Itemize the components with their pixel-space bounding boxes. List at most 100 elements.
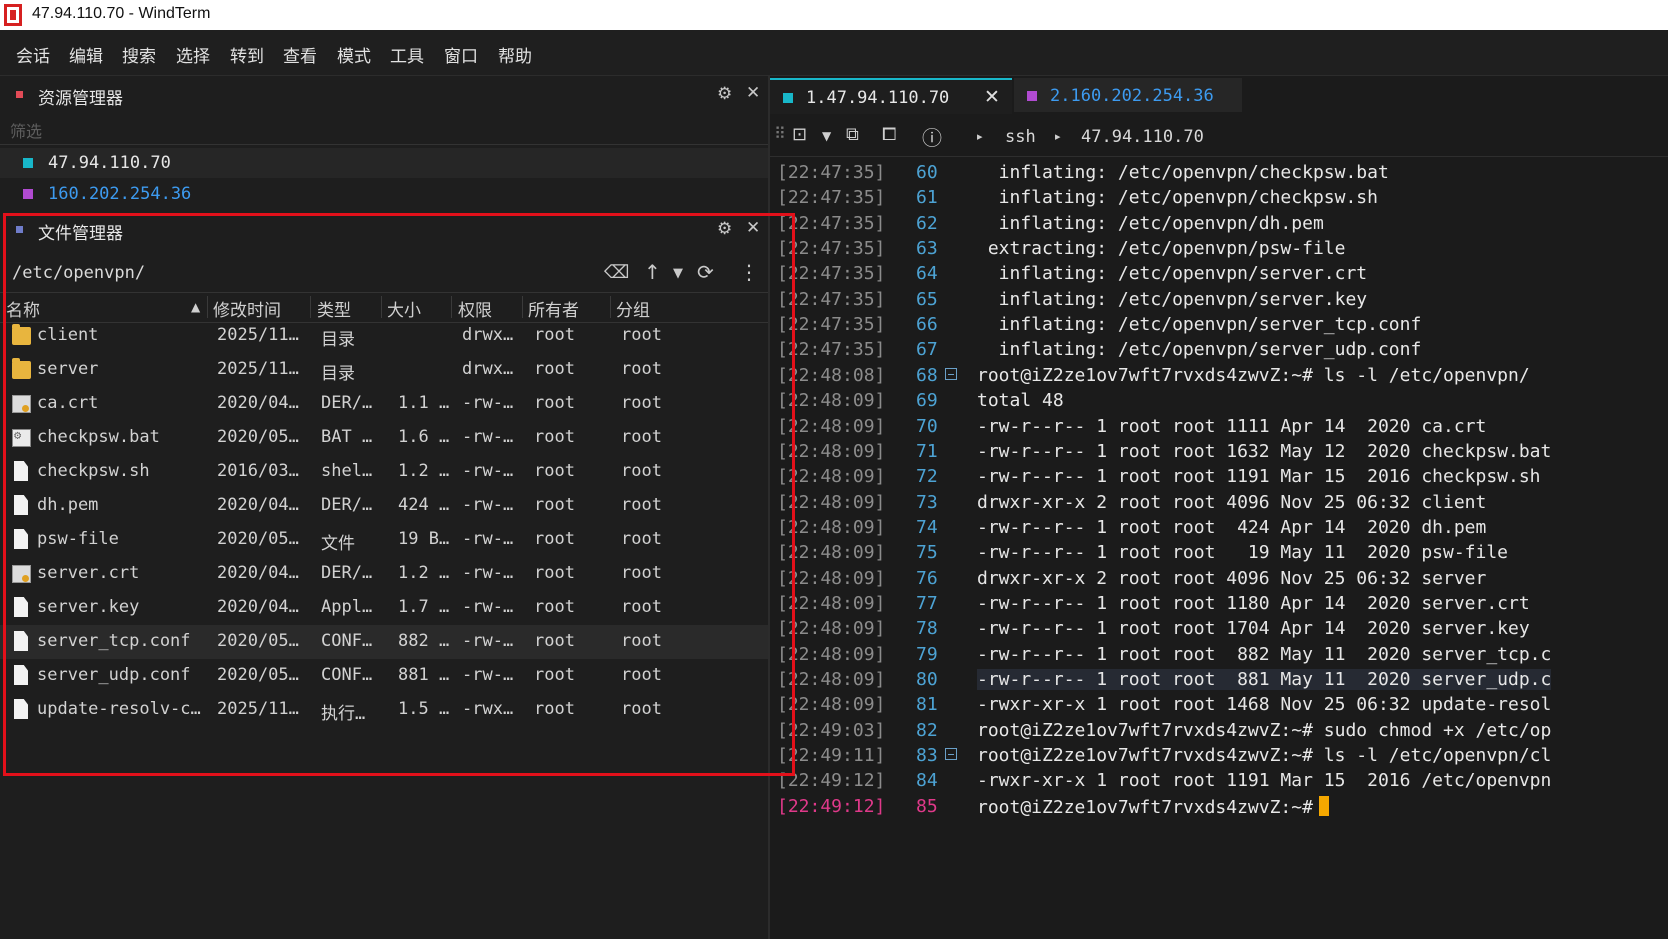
file-owner-cell: root [534,393,575,413]
file-row[interactable]: psw-file 2020/05… 文件 19 B… -rw-… root root [0,523,768,557]
menu-select[interactable]: 选择 [176,42,210,67]
terminal-line: [22:49:11] 83 root@iZ2ze1ov7wft7rvxds4zwvZ… [770,743,1668,768]
clear-path-icon[interactable]: ⌫ [604,262,629,283]
close-tab-icon[interactable]: ✕ [984,86,1000,108]
file-size-cell: 1.6 … [398,427,450,447]
menu-help[interactable]: 帮助 [498,42,532,67]
menu-mode[interactable]: 模式 [337,42,371,67]
session-item-2[interactable]: 160.202.254.36 [0,179,768,209]
column-divider[interactable] [207,296,208,318]
line-number: 84 [916,770,938,792]
gear-icon[interactable]: ⚙ [717,219,732,239]
column-divider[interactable] [610,296,611,318]
file-name-cell: server_tcp.conf [37,631,191,651]
chevron-down-icon[interactable]: ▼ [822,129,831,143]
file-row[interactable]: server.key 2020/04… Appl… 1.7 … -rw-… root roo… [0,591,768,625]
column-permission[interactable]: 权限 [458,296,492,321]
column-mtime[interactable]: 修改时间 [213,296,281,321]
gear-icon[interactable]: ⚙ [717,84,732,104]
file-group-cell: root [621,597,662,617]
file-name-cell: server [37,359,99,379]
fold-toggle-icon[interactable] [945,748,957,761]
menu-session[interactable]: 会话 [16,42,50,67]
close-icon[interactable]: ✕ [746,218,760,238]
column-divider[interactable] [381,296,382,318]
file-row[interactable]: update-resolv-c… 2025/11… 执行… 1.5 … -rwx… roo… [0,693,768,727]
sort-ascending-icon[interactable]: ▲ [191,300,200,314]
file-row[interactable]: checkpsw.bat 2020/05… BAT … 1.6 … -rw-… root r… [0,421,768,455]
path-input[interactable]: /etc/openvpn/ [12,263,145,283]
chevron-down-icon[interactable]: ▼ [673,266,683,281]
column-name[interactable]: 名称 [6,296,40,321]
file-row[interactable]: checkpsw.sh 2016/03… shel… 1.2 … -rw-… root ro… [0,455,768,489]
menu-search[interactable]: 搜索 [122,42,156,67]
info-icon[interactable]: ⓘ [922,122,942,151]
column-group[interactable]: 分组 [616,296,650,321]
column-divider[interactable] [310,296,311,318]
file-row[interactable]: ca.crt 2020/04… DER/… 1.1 … -rw-… root root [0,387,768,421]
line-number: 85 [916,795,938,817]
new-session-icon[interactable]: ⊡ [792,124,807,145]
file-perm-cell: drwx… [462,359,514,379]
menu-window[interactable]: 窗口 [444,42,478,67]
column-owner[interactable]: 所有者 [528,296,579,321]
line-number: 63 [916,238,938,260]
tab-session-2[interactable]: 2.160.202.254.36 [1014,78,1242,112]
column-divider[interactable] [451,296,452,318]
line-text: drwxr-xr-x 2 root root 4096 Nov 25 06:32… [977,491,1487,513]
fold-toggle-icon[interactable] [945,367,957,380]
timestamp: [22:49:12] [777,770,886,792]
timestamp: [22:48:09] [777,592,886,614]
file-row[interactable]: server 2025/11… 目录 drwx… root root [0,353,768,387]
folder-icon [12,324,31,345]
menu-view[interactable]: 查看 [283,42,317,67]
breadcrumb-protocol[interactable]: ssh [1005,127,1036,147]
line-text: inflating: /etc/openvpn/server_udp.conf [977,339,1422,361]
session-label: 47.94.110.70 [48,153,171,173]
close-icon[interactable]: ✕ [746,83,760,103]
terminal-line: [22:47:35] 67 inflating: /etc/openvpn/ser… [770,337,1668,362]
detach-icon[interactable]: ⧉ [846,124,859,145]
timestamp: [22:48:09] [777,643,886,665]
breadcrumb-host[interactable]: 47.94.110.70 [1081,127,1204,147]
file-type-cell: Appl… [321,597,373,617]
line-number: 67 [916,339,938,361]
session-item-1[interactable]: 47.94.110.70 [0,148,768,178]
timestamp: [22:48:09] [777,440,886,462]
file-row[interactable]: server_tcp.conf 2020/05… CONF… 882 … -rw-… ro… [0,625,768,659]
column-size[interactable]: 大小 [387,296,421,321]
file-icon [14,665,28,685]
timestamp: [22:49:12] [777,795,886,817]
explorer-marker-icon [16,91,23,98]
file-name-cell: psw-file [37,529,119,549]
file-row[interactable]: server_udp.conf 2020/05… CONF… 881 … -rw-… ro… [0,659,768,693]
up-arrow-icon[interactable]: ↑ [644,260,661,284]
file-owner-cell: root [534,631,575,651]
line-text: -rwxr-xr-x 1 root root 1191 Mar 15 2016 … [977,770,1552,792]
duplicate-icon[interactable]: ⧠ [882,124,896,145]
menu-tools[interactable]: 工具 [390,42,424,67]
timestamp: [22:48:09] [777,542,886,564]
timestamp: [22:48:09] [777,567,886,589]
terminal-line: [22:47:35] 65 inflating: /etc/openvpn/ser… [770,287,1668,312]
file-row[interactable]: client 2025/11… 目录 drwx… root root [0,319,768,353]
terminal-line: [22:47:35] 66 inflating: /etc/openvpn/ser… [770,312,1668,337]
column-type[interactable]: 类型 [317,296,351,321]
filter-input[interactable] [8,119,752,143]
file-type-cell: 目录 [321,330,355,350]
more-icon[interactable]: ⋮ [739,260,759,284]
column-divider[interactable] [522,296,523,318]
file-row[interactable]: server.crt 2020/04… DER/… 1.2 … -rw-… root roo… [0,557,768,591]
file-mtime-cell: 2020/05… [217,529,299,549]
line-text: root@iZ2ze1ov7wft7rvxds4zwvZ:~# sudo chm… [977,719,1552,741]
file-group-cell: root [621,495,662,515]
file-owner-cell: root [534,597,575,617]
file-type-cell: DER/… [321,393,373,413]
refresh-icon[interactable]: ⟳ [697,260,714,284]
timestamp: [22:47:35] [777,238,886,260]
tab-session-1[interactable]: 1.47.94.110.70 ✕ [770,78,1012,114]
menu-edit[interactable]: 编辑 [69,42,103,67]
drag-handle-icon[interactable]: ⠿ [774,124,786,143]
file-row[interactable]: dh.pem 2020/04… DER/… 424 … -rw-… root root [0,489,768,523]
menu-goto[interactable]: 转到 [230,42,264,67]
